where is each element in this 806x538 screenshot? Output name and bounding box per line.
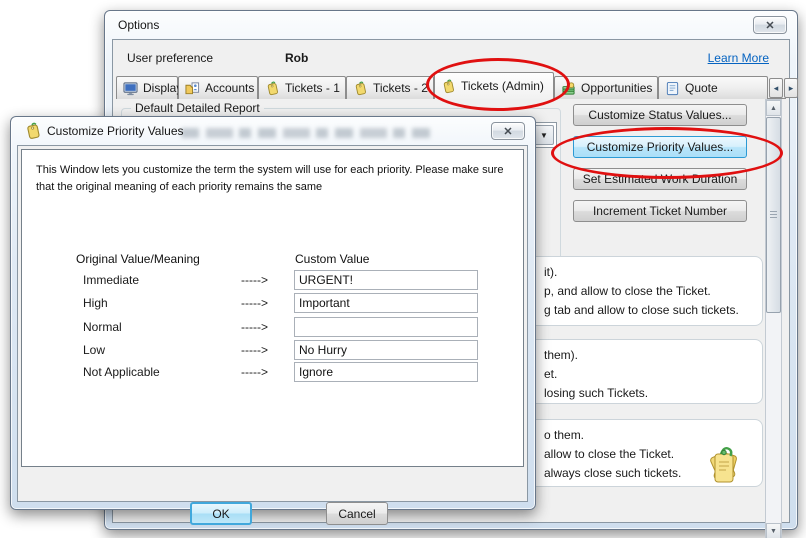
customize-status-values-button[interactable]: Customize Status Values... bbox=[573, 104, 747, 126]
tab-label: Display bbox=[143, 81, 182, 95]
info-text-fragment: g tab and allow to close such tickets. bbox=[544, 301, 756, 320]
arrow-up-icon: ▲ bbox=[770, 105, 777, 112]
vertical-scrollbar[interactable]: ▲ ▼ bbox=[765, 99, 782, 538]
dialog-inner-panel: This Window lets you customize the term … bbox=[21, 149, 524, 467]
display-icon bbox=[123, 81, 138, 96]
dialog-title: Customize Priority Values bbox=[47, 124, 184, 138]
dialog-titlebar[interactable]: Customize Priority Values ✕ bbox=[11, 117, 535, 145]
ticket-icon bbox=[24, 122, 42, 140]
options-window-title: Options bbox=[118, 18, 159, 32]
arrow-down-icon: ▼ bbox=[770, 528, 777, 535]
customize-priority-values-button[interactable]: Customize Priority Values... bbox=[573, 136, 747, 158]
chevron-down-icon: ▼ bbox=[540, 131, 548, 140]
increment-ticket-number-button[interactable]: Increment Ticket Number bbox=[573, 200, 747, 222]
tickets-bundle-icon bbox=[701, 439, 747, 492]
user-preference-label: User preference bbox=[127, 51, 213, 65]
maps-to-arrow: -----> bbox=[241, 296, 268, 310]
tab-label: Quote bbox=[685, 81, 718, 95]
tab-label: Tickets - 1 bbox=[285, 81, 340, 95]
scroll-up-button[interactable]: ▲ bbox=[766, 100, 781, 116]
desktop: Options ✕ User preference Rob Learn More… bbox=[0, 0, 806, 538]
chevron-right-icon: ▸ bbox=[789, 83, 794, 94]
original-value-label: Not Applicable bbox=[83, 365, 160, 379]
learn-more-link[interactable]: Learn More bbox=[708, 51, 769, 65]
tab-scroll-left-button[interactable]: ◂ bbox=[769, 78, 783, 98]
tab-accounts[interactable]: Accounts bbox=[178, 76, 258, 99]
combobox-dropdown-button[interactable]: ▼ bbox=[534, 125, 554, 145]
user-preference-value: Rob bbox=[285, 51, 308, 65]
priority-row-immediate: Immediate -----> bbox=[22, 270, 523, 290]
options-titlebar[interactable]: Options ✕ bbox=[105, 11, 797, 39]
maps-to-arrow: -----> bbox=[241, 365, 268, 379]
ticket-icon bbox=[441, 79, 456, 94]
custom-value-input-not-applicable[interactable] bbox=[294, 362, 478, 382]
info-text-fragment: p, and allow to close the Ticket. bbox=[544, 282, 756, 301]
info-text-fragment: it). bbox=[544, 263, 756, 282]
original-value-label: High bbox=[83, 296, 108, 310]
custom-value-header: Custom Value bbox=[295, 252, 369, 266]
original-value-header: Original Value/Meaning bbox=[76, 252, 200, 266]
original-value-label: Normal bbox=[83, 320, 122, 334]
dialog-description: This Window lets you customize the term … bbox=[36, 162, 514, 196]
info-text-fragment: et. bbox=[544, 365, 756, 384]
ok-button[interactable]: OK bbox=[190, 502, 252, 525]
customize-priority-values-dialog: Customize Priority Values ✕ This Window … bbox=[10, 116, 536, 510]
set-estimated-work-duration-button[interactable]: Set Estimated Work Duration bbox=[573, 168, 747, 190]
tab-opportunities[interactable]: Opportunities bbox=[554, 76, 658, 99]
close-button[interactable]: ✕ bbox=[753, 16, 787, 34]
tab-scroll-right-button[interactable]: ▸ bbox=[784, 78, 798, 98]
cancel-button[interactable]: Cancel bbox=[326, 502, 388, 525]
tab-tickets-2[interactable]: Tickets - 2 bbox=[346, 76, 434, 99]
priority-row-not-applicable: Not Applicable -----> bbox=[22, 362, 523, 382]
tab-label: Accounts bbox=[205, 81, 254, 95]
accounts-icon bbox=[185, 81, 200, 96]
dialog-close-button[interactable]: ✕ bbox=[491, 122, 525, 140]
groupbox-label: Default Detailed Report bbox=[131, 101, 264, 115]
obscured-glass-text bbox=[181, 128, 431, 138]
tab-tickets-1[interactable]: Tickets - 1 bbox=[258, 76, 346, 99]
close-icon: ✕ bbox=[765, 19, 774, 32]
maps-to-arrow: -----> bbox=[241, 273, 268, 287]
tabstrip: Display Accounts Tickets - 1 Tickets - 2… bbox=[116, 72, 768, 99]
tab-label: Opportunities bbox=[581, 81, 652, 95]
original-value-label: Immediate bbox=[83, 273, 139, 287]
quote-icon bbox=[665, 81, 680, 96]
info-text-fragment: them). bbox=[544, 346, 756, 365]
priority-row-normal: Normal -----> bbox=[22, 317, 523, 337]
priority-row-high: High -----> bbox=[22, 293, 523, 313]
custom-value-input-high[interactable] bbox=[294, 293, 478, 313]
chevron-left-icon: ◂ bbox=[774, 83, 779, 94]
custom-value-input-normal[interactable] bbox=[294, 317, 478, 337]
custom-value-input-low[interactable] bbox=[294, 340, 478, 360]
close-icon: ✕ bbox=[503, 125, 512, 138]
scrollbar-thumb[interactable] bbox=[766, 117, 781, 313]
ticket-icon bbox=[265, 81, 280, 96]
maps-to-arrow: -----> bbox=[241, 343, 268, 357]
priority-row-low: Low -----> bbox=[22, 340, 523, 360]
tab-tickets-admin[interactable]: Tickets (Admin) bbox=[434, 72, 554, 99]
info-text-fragment: losing such Tickets. bbox=[544, 384, 756, 403]
original-value-label: Low bbox=[83, 343, 105, 357]
tab-quote[interactable]: Quote bbox=[658, 76, 768, 99]
scroll-down-button[interactable]: ▼ bbox=[766, 523, 781, 538]
tab-label: Tickets - 2 bbox=[373, 81, 428, 95]
tab-label: Tickets (Admin) bbox=[461, 79, 544, 93]
ticket-icon bbox=[353, 81, 368, 96]
maps-to-arrow: -----> bbox=[241, 320, 268, 334]
custom-value-input-immediate[interactable] bbox=[294, 270, 478, 290]
opportunities-icon bbox=[561, 81, 576, 96]
dialog-content-panel: This Window lets you customize the term … bbox=[17, 145, 528, 502]
tab-display[interactable]: Display bbox=[116, 76, 178, 99]
